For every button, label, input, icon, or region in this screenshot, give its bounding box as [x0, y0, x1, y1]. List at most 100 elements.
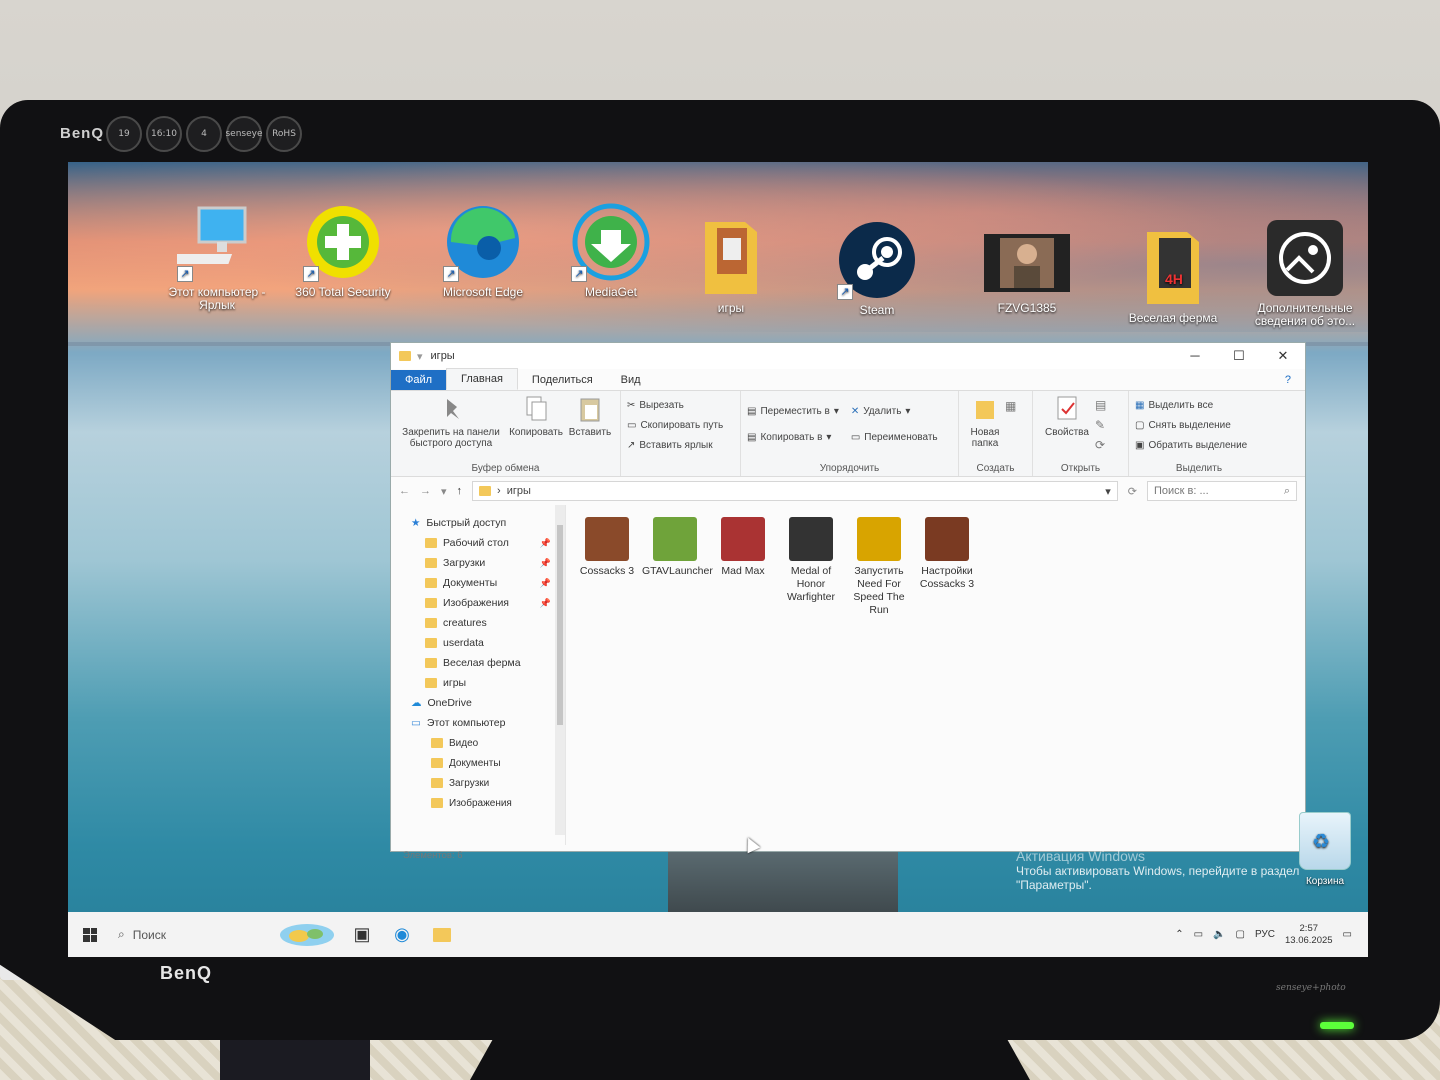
- back-button[interactable]: ←: [399, 485, 410, 497]
- nav-item[interactable]: ▭ Этот компьютер: [391, 713, 565, 733]
- nav-item[interactable]: ☁ OneDrive: [391, 693, 565, 713]
- file-item[interactable]: Mad Max: [710, 517, 776, 578]
- nav-item[interactable]: Документы: [391, 753, 565, 773]
- clock[interactable]: 2:57 13.06.2025: [1285, 923, 1333, 947]
- paste-button[interactable]: Вставить: [567, 395, 613, 449]
- maximize-button[interactable]: ☐: [1217, 348, 1261, 364]
- file-item[interactable]: Cossacks 3: [574, 517, 640, 578]
- osd-button[interactable]: senseye: [225, 116, 263, 152]
- file-item[interactable]: GTAVLauncher: [642, 517, 713, 578]
- tab-file[interactable]: Файл: [391, 370, 447, 390]
- start-button[interactable]: [68, 912, 112, 957]
- display-icon[interactable]: ▢: [1236, 929, 1245, 940]
- file-icon: [789, 517, 833, 561]
- edge-taskbar-icon[interactable]: ◉: [382, 912, 422, 957]
- file-item[interactable]: Medal of Honor Warfighter: [778, 517, 844, 604]
- delete-button[interactable]: ✕ Удалить ▾: [851, 401, 938, 421]
- new-folder-icon: [972, 395, 998, 423]
- nav-item[interactable]: Загрузки: [391, 773, 565, 793]
- select-none-button[interactable]: ▢ Снять выделение: [1135, 415, 1263, 435]
- desktop-icon-mediaget[interactable]: ↗ MediaGet: [556, 202, 666, 299]
- up-button[interactable]: ↑: [457, 485, 463, 497]
- tab-share[interactable]: Поделиться: [518, 370, 607, 390]
- select-all-button[interactable]: ▦ Выделить все: [1135, 395, 1263, 415]
- computer-icon: ↗: [172, 202, 257, 282]
- nav-item[interactable]: Видео: [391, 733, 565, 753]
- cut-button[interactable]: ✂ Вырезать: [627, 395, 734, 415]
- explorer-window[interactable]: ▾ игры ─ ☐ ✕ Файл Главная Поделиться Вид…: [390, 342, 1306, 861]
- copy-path-button[interactable]: ▭ Скопировать путь: [627, 415, 734, 435]
- taskbar-search[interactable]: ⌕ Поиск: [112, 927, 272, 942]
- osd-button[interactable]: 4: [186, 116, 222, 152]
- file-item[interactable]: Настройки Cossacks 3: [914, 517, 980, 591]
- forward-button[interactable]: →: [420, 485, 431, 497]
- tab-home[interactable]: Главная: [446, 368, 518, 390]
- nav-item[interactable]: creatures: [391, 613, 565, 633]
- title-bar[interactable]: ▾ игры ─ ☐ ✕: [391, 343, 1305, 369]
- nav-item[interactable]: игры: [391, 673, 565, 693]
- copy-path-icon: ▭: [627, 419, 637, 431]
- nav-item[interactable]: userdata: [391, 633, 565, 653]
- desktop-icon-farm-folder[interactable]: 4H Веселая ферма: [1118, 228, 1228, 325]
- desktop-icon-computer[interactable]: ↗ Этот компьютер - Ярлык: [162, 202, 272, 312]
- close-button[interactable]: ✕: [1261, 348, 1305, 364]
- search-icon: ⌕: [1283, 484, 1290, 497]
- address-field[interactable]: › игры ▾: [472, 481, 1118, 501]
- desktop-icon-games-folder[interactable]: игры: [676, 218, 786, 315]
- rename-button[interactable]: ▭ Переименовать: [851, 427, 938, 447]
- copy-to-button[interactable]: ▤ Копировать в ▾: [747, 427, 839, 447]
- file-icon: [585, 517, 629, 561]
- navigation-pane[interactable]: ★ Быстрый доступ Рабочий стол 📌 Загрузки 📌 Док…: [391, 505, 566, 845]
- osd-button[interactable]: 16:10: [146, 116, 182, 152]
- nav-item[interactable]: Изображения: [391, 793, 565, 813]
- file-list[interactable]: Cossacks 3 GTAVLauncher Mad Max Medal of Ho…: [566, 505, 1305, 845]
- recycle-bin[interactable]: ♻ Корзина: [1290, 812, 1360, 887]
- nav-item[interactable]: Рабочий стол 📌: [391, 533, 565, 553]
- nav-item[interactable]: Документы 📌: [391, 573, 565, 593]
- language-indicator[interactable]: РУС: [1255, 929, 1275, 940]
- pin-quick-access-button[interactable]: Закрепить на панели быстрого доступа: [397, 395, 505, 449]
- help-icon[interactable]: ?: [1271, 370, 1305, 390]
- quick-access-toolbar-icon[interactable]: ▾: [417, 350, 423, 363]
- invert-selection-button[interactable]: ▣ Обратить выделение: [1135, 435, 1263, 455]
- file-item[interactable]: Запустить Need For Speed The Run: [846, 517, 912, 617]
- search-input[interactable]: Поиск в: ... ⌕: [1147, 481, 1297, 501]
- osd-button[interactable]: RoHS: [266, 116, 302, 152]
- file-icon: [653, 517, 697, 561]
- invert-selection-icon: ▣: [1135, 439, 1145, 451]
- system-tray: ⌃ ▭ 🔈 ▢ РУС 2:57 13.06.2025 ▭: [1175, 923, 1368, 947]
- osd-button[interactable]: 19: [106, 116, 142, 152]
- file-explorer-taskbar-icon[interactable]: [422, 912, 462, 957]
- desktop-icon-video[interactable]: FZVG1385: [972, 228, 1082, 315]
- refresh-icon[interactable]: ⟳: [1128, 485, 1137, 498]
- new-folder-button[interactable]: Новая папка: [965, 395, 1005, 449]
- address-path: игры: [506, 485, 531, 497]
- pin-icon: 📌: [539, 597, 551, 608]
- desktop-icon-edge[interactable]: ↗ Microsoft Edge: [428, 202, 538, 299]
- desktop-icon-steam[interactable]: ↗ Steam: [822, 220, 932, 317]
- nav-item[interactable]: Изображения 📌: [391, 593, 565, 613]
- widgets-icon[interactable]: [272, 912, 342, 957]
- move-to-button[interactable]: ▤ Переместить в ▾: [747, 401, 839, 421]
- open-icon[interactable]: ▤ ✎ ⟳: [1095, 395, 1106, 455]
- recent-button[interactable]: ▾: [441, 485, 447, 498]
- volume-icon[interactable]: 🔈: [1213, 929, 1225, 940]
- folder-icon: [425, 558, 437, 568]
- nav-item[interactable]: Загрузки 📌: [391, 553, 565, 573]
- desktop-icon-spotlight[interactable]: Дополнительные сведения об это...: [1250, 218, 1360, 328]
- nav-item[interactable]: ★ Быстрый доступ: [391, 513, 565, 533]
- minimize-button[interactable]: ─: [1173, 348, 1217, 364]
- tab-view[interactable]: Вид: [607, 370, 655, 390]
- chevron-down-icon[interactable]: ▾: [1105, 485, 1117, 498]
- network-icon[interactable]: ▭: [1194, 929, 1203, 940]
- chevron-up-icon[interactable]: ⌃: [1175, 929, 1183, 940]
- notifications-icon[interactable]: ▭: [1343, 929, 1352, 940]
- nav-scrollbar[interactable]: [555, 505, 565, 835]
- paste-shortcut-button[interactable]: ↗ Вставить ярлык: [627, 435, 734, 455]
- properties-button[interactable]: Свойства: [1039, 395, 1095, 455]
- nav-item[interactable]: Веселая ферма: [391, 653, 565, 673]
- desktop-icon-360[interactable]: ↗ 360 Total Security: [288, 202, 398, 299]
- task-view-icon[interactable]: ▣: [342, 912, 382, 957]
- copy-button[interactable]: Копировать: [507, 395, 565, 449]
- new-item-icon[interactable]: ▦: [1005, 395, 1016, 449]
